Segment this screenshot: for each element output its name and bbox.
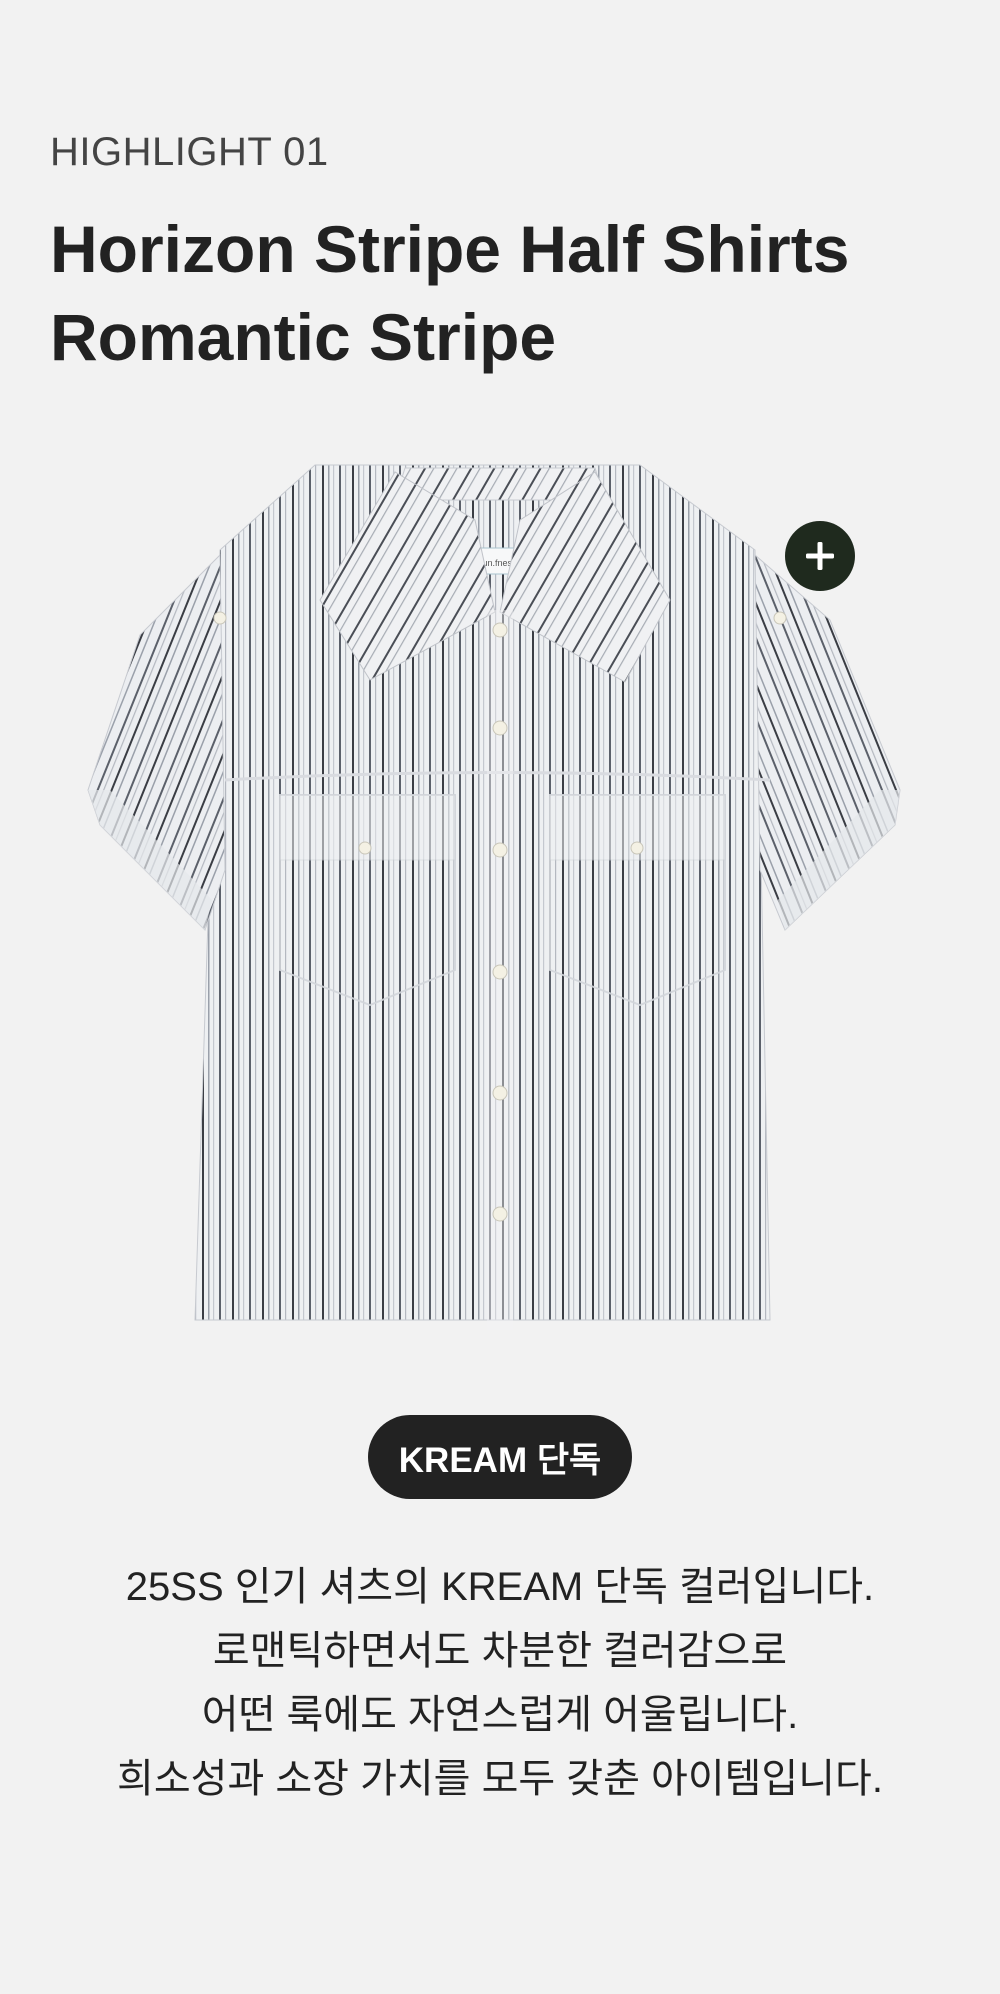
highlight-eyebrow: HIGHLIGHT 01: [50, 130, 329, 174]
description-line: 어떤 룩에도 자연스럽게 어울립니다.: [201, 1693, 799, 1737]
description-line: 희소성과 소장 가치를 모두 갖춘 아이템입니다.: [117, 1757, 883, 1801]
description-line: 25SS 인기 셔츠의 KREAM 단독 컬러입니다.: [125, 1565, 875, 1609]
product-description: 25SS 인기 셔츠의 KREAM 단독 컬러입니다. 로맨틱하면서도 차분한 …: [0, 1555, 1000, 1811]
product-title-line-1: Horizon Stripe Half Shirts: [50, 212, 850, 286]
description-line: 로맨틱하면서도 차분한 컬러감으로: [212, 1629, 788, 1673]
product-image: sun.fness: [80, 460, 910, 1340]
product-hotspot-button[interactable]: [785, 521, 855, 591]
exclusive-badge: KREAM 단독: [368, 1415, 632, 1499]
product-title-line-2: Romantic Stripe: [50, 300, 557, 374]
product-title: Horizon Stripe Half Shirts Romantic Stri…: [50, 205, 849, 381]
plus-icon: [806, 542, 834, 570]
